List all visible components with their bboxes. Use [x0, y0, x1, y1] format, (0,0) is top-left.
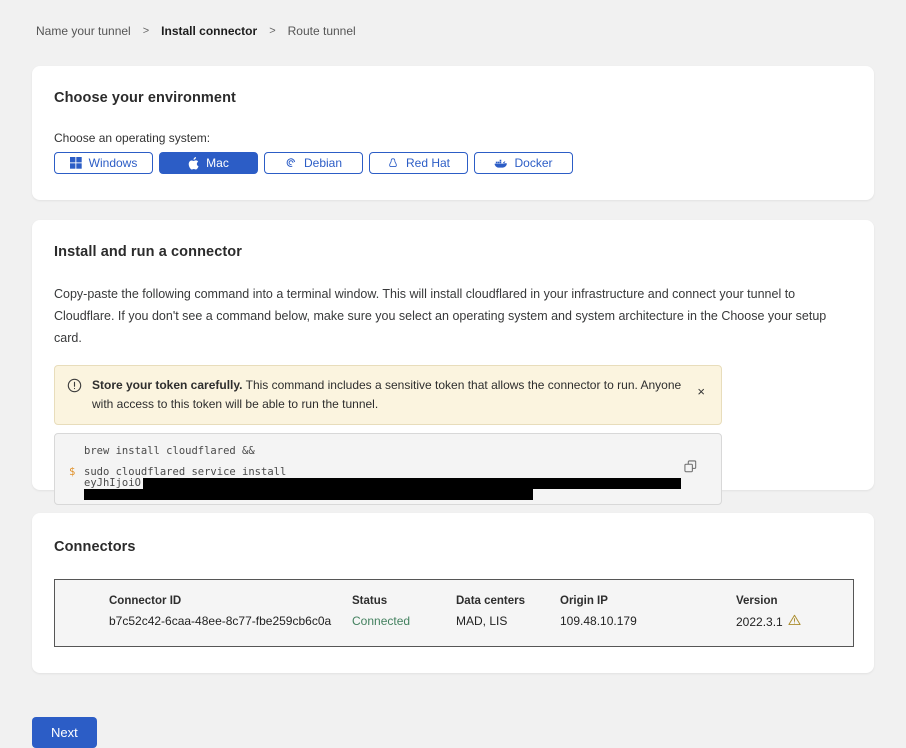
- code-line-token: eyJhIjoiO: [69, 478, 707, 489]
- install-connector-title: Install and run a connector: [54, 244, 852, 260]
- connectors-card: Connectors Connector ID Status Data cent…: [32, 513, 874, 673]
- breadcrumb-step-name-tunnel[interactable]: Name your tunnel: [36, 24, 131, 38]
- code-line-token-2: [69, 489, 707, 500]
- redacted-token-bar: [143, 478, 681, 489]
- column-header-data-centers: Data centers: [456, 595, 560, 607]
- install-description: Copy-paste the following command into a …: [54, 284, 852, 350]
- column-header-origin-ip: Origin IP: [560, 595, 736, 607]
- code-gutter: [69, 478, 84, 489]
- table-row: b7c52c42-6caa-48ee-8c77-fbe259cb6c0a Con…: [109, 614, 843, 629]
- os-button-label: Red Hat: [406, 156, 450, 170]
- code-line-sudo: $ sudo cloudflared service install: [69, 467, 707, 478]
- breadcrumb: Name your tunnel > Install connector > R…: [32, 24, 874, 38]
- token-warning-alert: Store your token carefully. This command…: [54, 365, 722, 425]
- code-gutter: [69, 489, 84, 500]
- connectors-title: Connectors: [54, 539, 852, 555]
- column-header-version: Version: [736, 595, 843, 607]
- warning-triangle-icon: [788, 614, 801, 629]
- breadcrumb-step-install-connector[interactable]: Install connector: [161, 24, 257, 38]
- redhat-penguin-icon: [387, 157, 399, 169]
- shell-prompt: $: [69, 467, 84, 478]
- version-value: 2022.3.1: [736, 614, 843, 629]
- breadcrumb-step-route-tunnel[interactable]: Route tunnel: [288, 24, 356, 38]
- choose-environment-card: Choose your environment Choose an operat…: [32, 66, 874, 200]
- apple-icon: [188, 157, 199, 170]
- origin-ip-value: 109.48.10.179: [560, 614, 736, 629]
- redacted-token-bar: [84, 489, 533, 500]
- copy-icon: [684, 461, 697, 476]
- connectors-table-header: Connector ID Status Data centers Origin …: [109, 595, 843, 607]
- debian-icon: [285, 157, 297, 169]
- next-button[interactable]: Next: [32, 717, 97, 748]
- page: Name your tunnel > Install connector > R…: [0, 0, 906, 748]
- os-button-group: Windows Mac Debian Red Hat: [54, 152, 852, 174]
- os-button-redhat[interactable]: Red Hat: [369, 152, 468, 174]
- alert-text: Store your token carefully. This command…: [92, 376, 685, 414]
- install-command-codeblock[interactable]: brew install cloudflared && $ sudo cloud…: [54, 433, 722, 505]
- column-header-status: Status: [352, 595, 456, 607]
- connector-id-value: b7c52c42-6caa-48ee-8c77-fbe259cb6c0a: [109, 614, 352, 629]
- token-prefix: eyJhIjoiO: [84, 478, 141, 489]
- breadcrumb-separator: >: [269, 25, 275, 37]
- alert-close-button[interactable]: ×: [695, 385, 707, 398]
- code-line-brew: brew install cloudflared &&: [69, 446, 707, 457]
- choose-environment-title: Choose your environment: [54, 90, 852, 106]
- breadcrumb-separator: >: [143, 25, 149, 37]
- code-gutter: [69, 446, 84, 457]
- os-button-debian[interactable]: Debian: [264, 152, 363, 174]
- os-button-mac[interactable]: Mac: [159, 152, 258, 174]
- os-button-label: Windows: [89, 156, 138, 170]
- os-button-label: Docker: [514, 156, 552, 170]
- connectors-table: Connector ID Status Data centers Origin …: [54, 579, 854, 647]
- os-select-label: Choose an operating system:: [54, 131, 852, 145]
- os-button-label: Mac: [206, 156, 229, 170]
- windows-icon: [70, 157, 82, 169]
- os-button-docker[interactable]: Docker: [474, 152, 573, 174]
- column-header-connector-id: Connector ID: [109, 595, 352, 607]
- install-connector-card: Install and run a connector Copy-paste t…: [32, 220, 874, 490]
- status-badge: Connected: [352, 614, 456, 629]
- docker-whale-icon: [494, 158, 507, 169]
- os-button-label: Debian: [304, 156, 342, 170]
- copy-command-button[interactable]: [682, 458, 699, 478]
- alert-text-bold: Store your token carefully.: [92, 378, 243, 392]
- alert-circle-icon: [67, 378, 82, 399]
- data-centers-value: MAD, LIS: [456, 614, 560, 629]
- version-number: 2022.3.1: [736, 615, 783, 629]
- os-button-windows[interactable]: Windows: [54, 152, 153, 174]
- code-text: brew install cloudflared &&: [84, 446, 255, 457]
